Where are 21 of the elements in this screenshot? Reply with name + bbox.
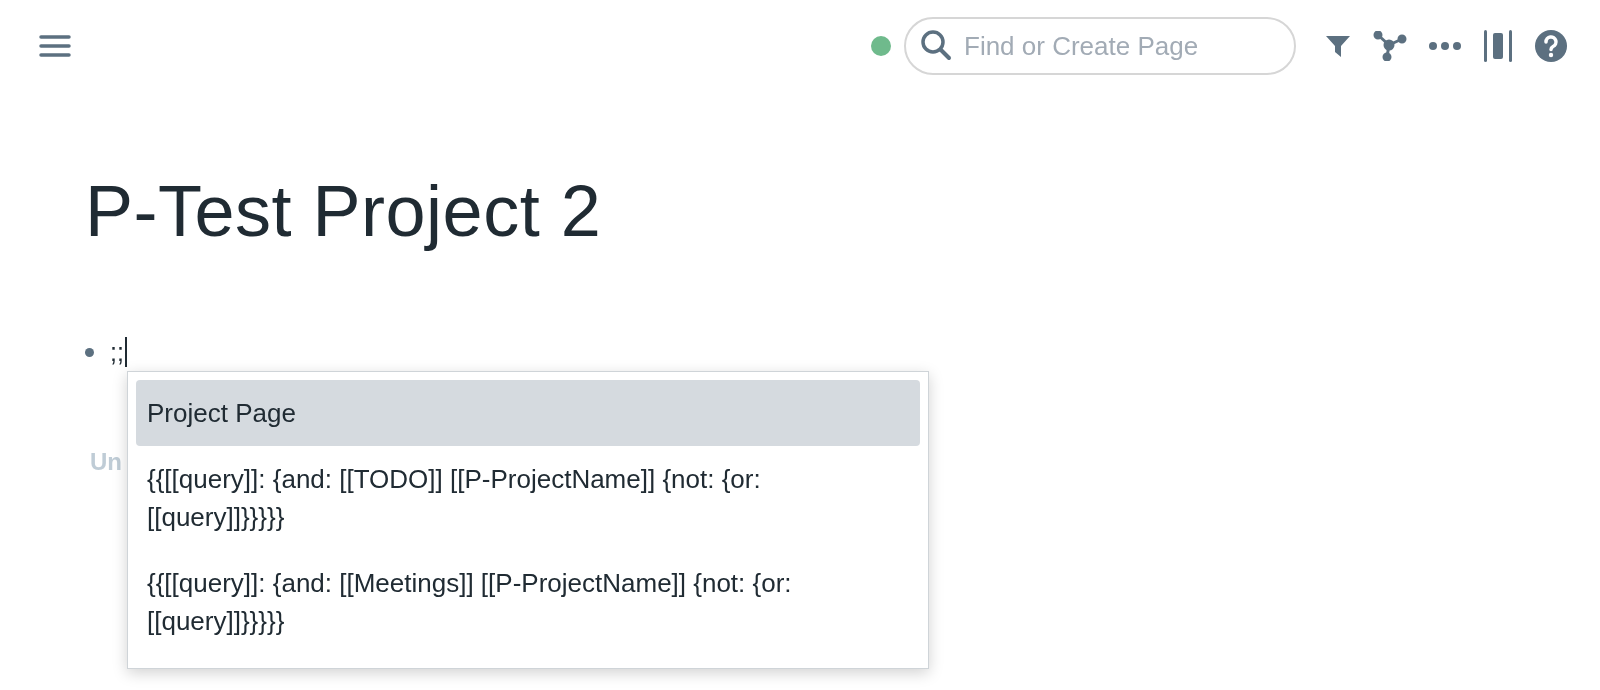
more-button[interactable]: [1429, 42, 1461, 50]
menu-item[interactable]: {{[[query]]: {and: [[TODO]] [[P-ProjectName]] {not: {or: [[query]]}}}}}: [136, 446, 920, 550]
search-icon: [920, 29, 952, 61]
search-field[interactable]: Find or Create Page: [904, 17, 1296, 75]
menu-item[interactable]: {{[[query]]: {and: [[Meetings]] [[P-ProjectName]] {not: {or: [[query]]}}}}}: [136, 550, 920, 654]
sidebar-button[interactable]: [1483, 30, 1513, 62]
block-text[interactable]: ;;: [110, 337, 124, 367]
text-cursor: [124, 337, 127, 367]
menu-item[interactable]: Project Page: [136, 380, 920, 446]
menu-icon: [39, 35, 71, 57]
help-icon: [1535, 30, 1567, 62]
page-title: P-Test Project 2: [85, 170, 603, 252]
graph-button[interactable]: [1373, 31, 1407, 61]
filter-icon: [1325, 33, 1351, 59]
sidebar-icon: [1483, 30, 1513, 62]
more-icon: [1429, 42, 1461, 50]
section-heading: Un: [90, 448, 123, 476]
filter-button[interactable]: [1325, 33, 1351, 59]
graph-icon: [1373, 31, 1407, 61]
bullet-dot: [85, 347, 94, 357]
help-button[interactable]: [1535, 30, 1567, 62]
